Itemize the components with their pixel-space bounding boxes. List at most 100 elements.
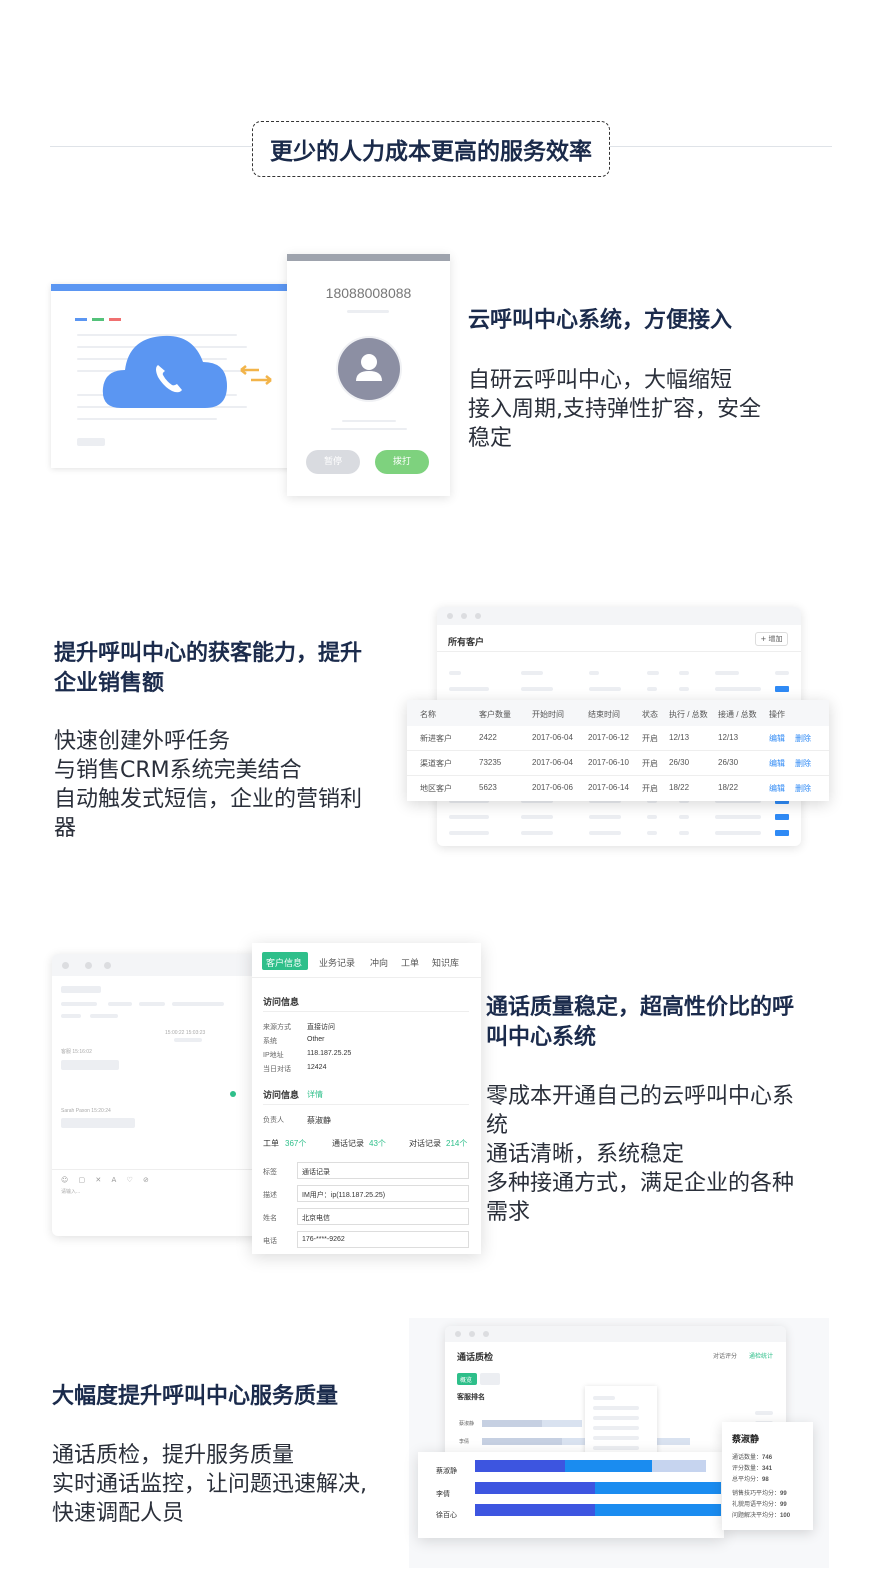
table-cell: 2017-06-04 [532, 758, 573, 767]
bar-label: 徐百心 [436, 1512, 457, 1519]
link-dialog-score[interactable]: 对话评分 [713, 1351, 737, 1360]
table-cell: 26/30 [718, 758, 739, 767]
popup-row: 通话数量：746 [732, 1455, 773, 1461]
stat-label: 工单 [263, 1139, 279, 1148]
feature2-title: 提升呼叫中心的获客能力，提升 企业销售额 [54, 639, 362, 699]
ranking-bar-segment [475, 1504, 595, 1516]
description-field[interactable]: IM用户：ip(118.187.25.25) [302, 1190, 385, 1200]
section-title: 客服排名 [457, 1394, 485, 1401]
table-cell: 地区客户 [420, 784, 452, 793]
phone-field[interactable]: 176-****-9262 [302, 1236, 345, 1243]
chat-sender: 客服 15:16:02 [61, 1049, 92, 1055]
table-cell: 开启 [642, 784, 658, 793]
chat-input[interactable]: 请输入... [61, 1188, 80, 1195]
feature1-desc-line: 稳定 [468, 426, 513, 451]
header-divider-left [50, 146, 254, 147]
details-link[interactable]: 详情 [307, 1089, 323, 1100]
feature4-desc: 通话质检，提升服务质量 实时通话监控，让问题迅速解决, 快速调配人员 [52, 1441, 412, 1528]
delete-link[interactable]: 删除 [795, 783, 811, 794]
feature1-title: 云呼叫中心系统，方便接入 [468, 308, 733, 333]
cloud-call-illustration [51, 284, 301, 468]
tab-work-order[interactable]: 工单 [401, 956, 419, 969]
avatar [338, 338, 400, 400]
stat-value[interactable]: 367个 [285, 1138, 306, 1149]
stat-value[interactable]: 43个 [369, 1138, 386, 1149]
table-header: 操作 [769, 710, 785, 719]
stat-label: 通话记录 [332, 1139, 364, 1148]
ranking-bar-segment [475, 1482, 595, 1494]
section-title: 访问信息 [263, 1090, 300, 1100]
owner-value: 蔡淑静 [307, 1116, 331, 1125]
ranking-bar-segment [652, 1460, 706, 1472]
table-cell: 2422 [479, 733, 497, 742]
dial-button[interactable]: 拨打 [375, 450, 429, 474]
panel-title: 通话质检 [457, 1352, 494, 1362]
ranking-bar-segment [595, 1482, 721, 1494]
table-cell: 73235 [479, 758, 502, 767]
table-cell: 18/22 [718, 783, 739, 792]
table-cell: 18/22 [669, 783, 690, 792]
feature2-title-line: 企业销售额 [54, 671, 165, 696]
tab-business-records[interactable]: 业务记录 [319, 956, 355, 969]
panel-title: 所有客户 [448, 638, 485, 648]
table-cell: 2017-06-14 [588, 783, 629, 792]
edit-link[interactable]: 编辑 [769, 758, 785, 769]
popup-name: 蔡淑静 [732, 1434, 760, 1444]
feature3-desc-line: 零成本开通自己的云呼叫中心系 [486, 1084, 795, 1109]
bar-label: 蔡淑静 [436, 1468, 457, 1475]
field-label: 描述 [263, 1192, 277, 1199]
delete-link[interactable]: 删除 [795, 733, 811, 744]
tab-impulse[interactable]: 冲向 [370, 956, 388, 969]
table-header: 接通 / 总数 [718, 710, 757, 719]
add-button[interactable]: + 增加 [755, 632, 788, 646]
owner-label: 负责人 [263, 1117, 284, 1124]
stat-value[interactable]: 214个 [446, 1138, 467, 1149]
phone-dialer-panel: 18088008088 暂停 拨打 [287, 254, 450, 496]
customer-info-panel: 客户信息 业务记录 冲向 工单 知识库 访问信息 来源方式 直接访问 系统 Ot… [252, 943, 481, 1254]
delete-link[interactable]: 删除 [795, 758, 811, 769]
popup-row: 问题解决平均分：100 [732, 1513, 791, 1519]
header-divider-right [610, 146, 832, 147]
table-header: 执行 / 总数 [669, 710, 708, 719]
section-title: 访问信息 [263, 997, 300, 1007]
feature3-desc-line: 统 [486, 1113, 509, 1138]
feature3-title-line: 通话质量稳定，超高性价比的呼 [486, 995, 795, 1020]
tab-customer-info[interactable]: 客户信息 [266, 956, 302, 969]
info-label: 来源方式 [263, 1024, 291, 1031]
feature3-desc-line: 通话清晰，系统稳定 [486, 1142, 685, 1167]
edit-link[interactable]: 编辑 [769, 783, 785, 794]
table-header: 客户数量 [479, 710, 511, 719]
edit-link[interactable]: 编辑 [769, 733, 785, 744]
table-cell: 开启 [642, 734, 658, 743]
chat-sender: Sarah Paxon 15:20:24 [61, 1108, 111, 1114]
table-header: 开始时间 [532, 710, 564, 719]
feature3-title-line: 叫中心系统 [486, 1025, 597, 1050]
tab-overview[interactable]: 概览 [460, 1375, 472, 1384]
table-cell: 开启 [642, 759, 658, 768]
tab-knowledge-base[interactable]: 知识库 [432, 956, 459, 969]
chat-window: 15:00:22 15:03:23 客服 15:16:02 Sarah Paxo… [52, 954, 264, 1236]
table-cell: 新进客户 [420, 734, 452, 743]
tag-field[interactable]: 通话记录 [302, 1167, 330, 1177]
popup-row: 评分数量：341 [732, 1466, 773, 1472]
page-title: 更少的人力成本更高的服务效率 [252, 121, 610, 177]
field-label: 标签 [263, 1169, 277, 1176]
pause-button[interactable]: 暂停 [306, 450, 360, 474]
chat-toolbar-icons[interactable]: ☺ ▢ ✕ A ♡ ⊘ [61, 1176, 153, 1184]
feature3-desc-line: 多种接通方式，满足企业的各种 [486, 1171, 795, 1196]
stat-label: 对话记录 [409, 1139, 441, 1148]
table-cell: 2017-06-12 [588, 733, 629, 742]
feature1-desc: 自研云呼叫中心，大幅缩短 接入周期,支持弹性扩容，安全 稳定 [468, 366, 808, 453]
chat-time: 15:00:22 15:03:23 [165, 1030, 206, 1036]
popup-row: 销售技巧平均分：99 [732, 1491, 787, 1497]
feature2-desc: 快速创建外呼任务 与销售CRM系统完美结合 自动触发式短信，企业的营销利 器 [54, 727, 404, 843]
agent-ranking-chart: 蔡淑静 李倩 徐百心 [418, 1452, 724, 1538]
name-field[interactable]: 北京电信 [302, 1213, 330, 1223]
table-cell: 渠道客户 [420, 759, 452, 768]
feature2-desc-line: 与销售CRM系统完美结合 [54, 758, 302, 783]
feature2-desc-line: 器 [54, 816, 77, 841]
info-label: IP地址 [263, 1052, 284, 1059]
table-cell: 12/13 [669, 733, 690, 742]
link-stats[interactable]: 通检统计 [749, 1351, 773, 1360]
feature4-title: 大幅度提升呼叫中心服务质量 [52, 1384, 339, 1409]
